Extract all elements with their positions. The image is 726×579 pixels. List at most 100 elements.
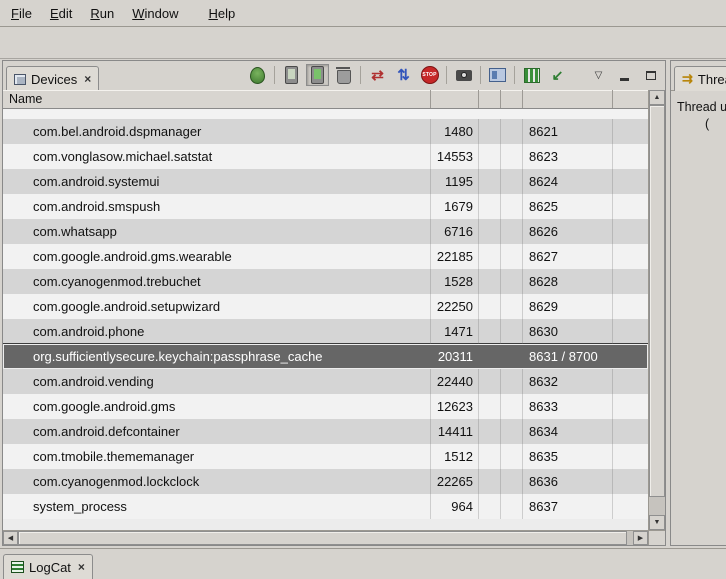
blank-cell — [501, 419, 523, 444]
blank-cell — [501, 469, 523, 494]
column-header-blank[interactable] — [479, 90, 501, 108]
port-cell: 8633 — [523, 394, 613, 419]
workbench-area: Devices × ⇄ ⇅ STOP ↙ — [0, 60, 726, 548]
scroll-up-icon[interactable]: ▲ — [649, 90, 665, 105]
vertical-scrollbar-thumb[interactable] — [649, 105, 665, 497]
threads-icon: ⇉ — [682, 71, 693, 87]
pid-cell: 1679 — [431, 194, 479, 219]
table-row-partial[interactable] — [3, 109, 648, 119]
table-row[interactable]: com.android.systemui11958624 — [3, 169, 648, 194]
thread-columns-icon[interactable] — [520, 64, 543, 86]
menu-run[interactable]: Run — [81, 2, 123, 25]
table-row[interactable]: com.tmobile.thememanager15128635 — [3, 444, 648, 469]
scroll-down-icon[interactable]: ▼ — [649, 515, 665, 530]
ddms-window: { "menu": { "items": [ {"label": "File"}… — [0, 0, 726, 577]
pid-cell: 6716 — [431, 219, 479, 244]
process-name-cell: com.android.phone — [3, 319, 431, 344]
toolbar-separator — [274, 66, 275, 84]
port-cell: 8626 — [523, 219, 613, 244]
port-cell: 8628 — [523, 269, 613, 294]
maximize-icon[interactable] — [639, 64, 662, 86]
update-heap-icon[interactable] — [280, 64, 303, 86]
view-hierarchy-icon[interactable] — [486, 64, 509, 86]
threads-message: Thread up ( — [671, 91, 726, 133]
bug-icon — [250, 67, 265, 84]
toolbar-separator — [360, 66, 361, 84]
table-row[interactable]: com.whatsapp67168626 — [3, 219, 648, 244]
table-row[interactable]: org.sufficientlysecure.keychain:passphra… — [3, 344, 648, 369]
minimize-bar-icon — [620, 78, 629, 81]
horizontal-scrollbar-thumb[interactable] — [18, 531, 627, 545]
tab-logcat[interactable]: LogCat × — [3, 554, 93, 579]
menu-file[interactable]: File — [2, 2, 41, 25]
column-header-blank[interactable] — [501, 90, 523, 108]
scrollbar-corner — [648, 530, 665, 545]
tab-threads[interactable]: ⇉ Threa — [674, 66, 726, 91]
process-name-cell: com.google.android.gms.wearable — [3, 244, 431, 269]
table-row[interactable]: system_process9648637 — [3, 494, 648, 519]
blank-cell — [501, 119, 523, 144]
table-row[interactable]: com.google.android.setupwizard222508629 — [3, 294, 648, 319]
table-row[interactable]: com.cyanogenmod.trebuchet15288628 — [3, 269, 648, 294]
tab-devices[interactable]: Devices × — [6, 66, 99, 91]
table-row[interactable]: com.google.android.gms126238633 — [3, 394, 648, 419]
process-name-cell: com.cyanogenmod.trebuchet — [3, 269, 431, 294]
port-cell: 8634 — [523, 419, 613, 444]
filler-cell — [613, 169, 648, 194]
method-profiling-icon[interactable]: ⇅ — [392, 64, 415, 86]
blank-cell — [501, 169, 523, 194]
table-header: Name — [3, 90, 648, 109]
table-row[interactable]: com.bel.android.dspmanager14808621 — [3, 119, 648, 144]
process-name-cell: com.android.vending — [3, 369, 431, 394]
threads-view-header: ⇉ Threa — [671, 61, 726, 91]
threads-message-line: Thread up — [677, 99, 726, 116]
pid-cell: 20311 — [431, 344, 479, 369]
blank-cell — [479, 144, 501, 169]
heap-arrow-icon[interactable]: ↙ — [546, 64, 569, 86]
table-row[interactable]: com.android.defcontainer144118634 — [3, 419, 648, 444]
toolbar-separator — [514, 66, 515, 84]
close-icon[interactable]: × — [84, 72, 91, 86]
table-row[interactable]: com.android.vending224408632 — [3, 369, 648, 394]
table-row[interactable]: com.google.android.gms.wearable221858627 — [3, 244, 648, 269]
scroll-left-icon[interactable]: ◀ — [3, 531, 18, 545]
close-icon[interactable]: × — [78, 560, 85, 574]
view-menu-icon[interactable]: ▽ — [587, 64, 610, 86]
debug-process-icon[interactable] — [246, 64, 269, 86]
cause-gc-icon[interactable] — [332, 64, 355, 86]
menu-window[interactable]: Window — [123, 2, 187, 25]
blank-cell — [479, 119, 501, 144]
menu-edit[interactable]: Edit — [41, 2, 81, 25]
update-threads-icon[interactable]: ⇄ — [366, 64, 389, 86]
filler-cell — [613, 219, 648, 244]
table-row[interactable]: com.android.phone14718630 — [3, 319, 648, 344]
process-name-cell: com.android.systemui — [3, 169, 431, 194]
column-header-name[interactable]: Name — [3, 90, 431, 108]
dump-hprof-icon[interactable] — [306, 64, 329, 86]
column-header-port[interactable] — [523, 90, 613, 108]
stop-process-icon[interactable]: STOP — [418, 64, 441, 86]
devices-view-header: Devices × ⇄ ⇅ STOP ↙ — [3, 61, 665, 91]
table-row[interactable]: com.cyanogenmod.lockclock222658636 — [3, 469, 648, 494]
port-cell: 8632 — [523, 369, 613, 394]
table-row[interactable]: com.vonglasow.michael.satstat145538623 — [3, 144, 648, 169]
screen-capture-icon[interactable] — [452, 64, 475, 86]
blank-cell — [479, 369, 501, 394]
scroll-right-icon[interactable]: ▶ — [633, 531, 648, 545]
blank-cell — [479, 469, 501, 494]
table-row[interactable]: com.android.smspush16798625 — [3, 194, 648, 219]
blank-cell — [479, 244, 501, 269]
port-cell: 8624 — [523, 169, 613, 194]
filler-cell — [613, 194, 648, 219]
menu-bar: File Edit Run Window Help — [0, 0, 726, 27]
menu-help[interactable]: Help — [199, 2, 244, 25]
process-name-cell: com.bel.android.dspmanager — [3, 119, 431, 144]
stop-sign-icon: STOP — [421, 66, 439, 84]
port-cell: 8621 — [523, 119, 613, 144]
minimize-icon[interactable] — [613, 64, 636, 86]
main-toolbar-strip — [0, 27, 726, 59]
vertical-scrollbar[interactable]: ▲ ▼ — [648, 90, 665, 530]
horizontal-scrollbar[interactable]: ◀ ▶ — [3, 530, 648, 545]
column-header-pid[interactable] — [431, 90, 479, 108]
port-cell: 8636 — [523, 469, 613, 494]
